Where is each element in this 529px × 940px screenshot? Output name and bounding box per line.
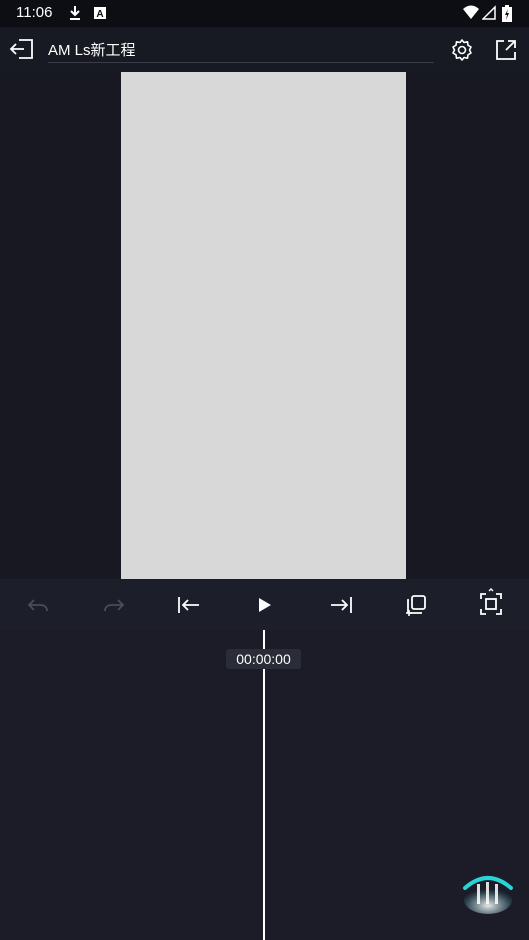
exit-icon[interactable] [9, 37, 35, 66]
battery-icon [502, 5, 512, 28]
signal-icon [481, 5, 496, 26]
jump-to-end-icon[interactable] [328, 592, 354, 618]
settings-icon[interactable] [450, 38, 474, 67]
playback-controls [0, 579, 529, 630]
app-bar: AM Ls新工程 [0, 27, 529, 72]
wifi-icon [462, 5, 480, 26]
playhead[interactable] [263, 630, 265, 940]
share-icon[interactable] [494, 38, 518, 67]
title-underline [48, 62, 434, 63]
preview-area [0, 72, 529, 579]
status-time: 11:06 [16, 4, 53, 21]
project-canvas[interactable] [121, 72, 406, 579]
project-title[interactable]: AM Ls新工程 [48, 39, 136, 60]
timeline[interactable]: 00:00:00 [0, 630, 529, 940]
fullscreen-icon[interactable] [478, 588, 504, 615]
undo-icon[interactable] [25, 592, 51, 618]
svg-text:A: A [96, 9, 103, 20]
play-icon[interactable] [251, 592, 277, 618]
a-icon: A [93, 5, 107, 26]
download-icon [68, 5, 82, 26]
timecode-label: 00:00:00 [226, 649, 301, 669]
copy-frame-icon[interactable] [403, 592, 429, 618]
status-bar: 11:06 A [0, 0, 529, 27]
jump-to-start-icon[interactable] [176, 592, 202, 618]
floating-assistant-icon[interactable] [458, 866, 518, 916]
redo-icon[interactable] [101, 592, 127, 618]
